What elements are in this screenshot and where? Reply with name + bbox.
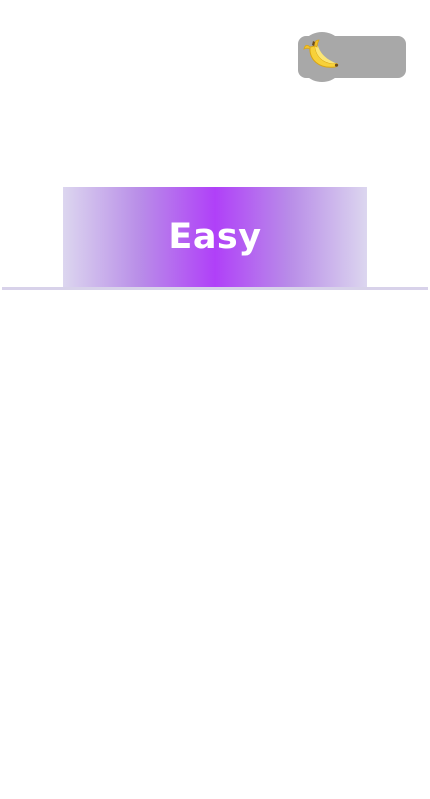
difficulty-label: Easy bbox=[168, 217, 262, 257]
difficulty-banner[interactable]: Easy bbox=[63, 187, 367, 287]
game-screen: Easy bbox=[0, 0, 430, 799]
divider bbox=[2, 287, 428, 290]
banana-icon bbox=[303, 39, 339, 68]
currency-icon-badge bbox=[298, 32, 346, 82]
currency-value bbox=[346, 36, 402, 78]
